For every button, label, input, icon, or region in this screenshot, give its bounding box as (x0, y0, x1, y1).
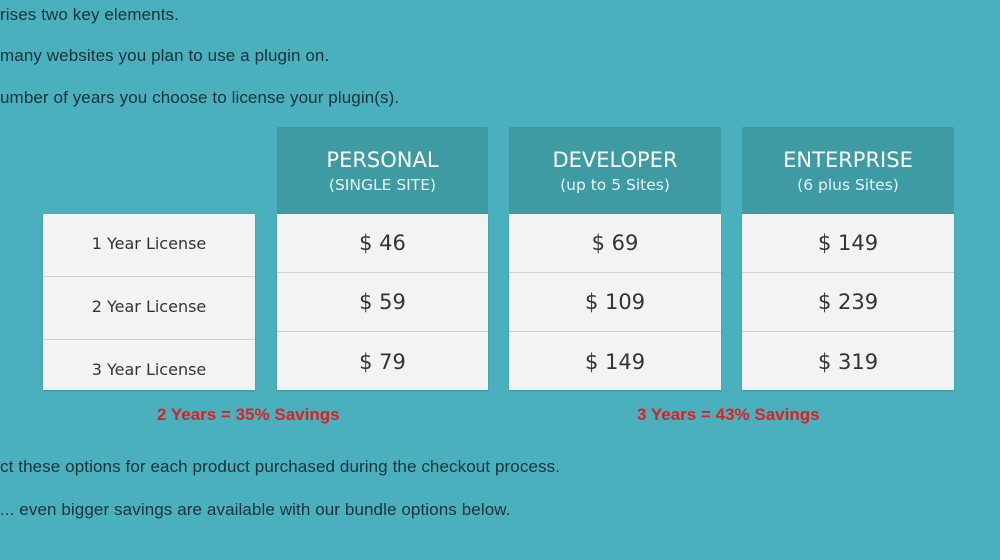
plan-prices-developer: $ 69 $ 109 $ 149 (509, 214, 721, 390)
savings-2-years: 2 Years = 35% Savings (157, 405, 340, 424)
plan-subtitle: (SINGLE SITE) (328, 176, 437, 194)
intro-line: many websites you plan to use a plugin o… (0, 46, 330, 65)
plan-header-personal: PERSONAL (SINGLE SITE) (277, 127, 488, 214)
price-cell: $ 149 (584, 349, 646, 374)
row-label-1-year: 1 Year License (43, 214, 255, 277)
row-label-3-year: 3 Year License (91, 360, 207, 379)
price-cell: $ 59 (277, 273, 488, 332)
row-labels-column: 1 Year License 2 Year License 3 Year Lic… (43, 214, 255, 390)
price-cell: $ 149 (742, 214, 954, 273)
intro-line: rises two key elements. (0, 5, 179, 24)
price-cell: $ 109 (509, 273, 721, 332)
row-label-2-year: 2 Year License (43, 277, 255, 340)
plan-name: ENTERPRISE (783, 148, 913, 172)
intro-line: umber of years you choose to license you… (0, 88, 400, 107)
plan-prices-personal: $ 46 $ 59 $ 79 (277, 214, 488, 390)
price-cell: $ 239 (742, 273, 954, 332)
plan-subtitle: (up to 5 Sites) (560, 176, 670, 194)
plan-header-enterprise: ENTERPRISE (6 plus Sites) (742, 127, 954, 214)
footer-line: ct these options for each product purcha… (0, 457, 561, 476)
plan-name: PERSONAL (326, 148, 439, 172)
plan-name: DEVELOPER (552, 148, 678, 172)
savings-3-years: 3 Years = 43% Savings (637, 405, 820, 424)
plan-subtitle: (6 plus Sites) (797, 176, 899, 194)
footer-line: ... even bigger savings are available wi… (0, 500, 511, 519)
price-cell: $ 46 (277, 214, 488, 273)
price-cell: $ 319 (817, 349, 879, 374)
plan-prices-enterprise: $ 149 $ 239 $ 319 (742, 214, 954, 390)
plan-header-developer: DEVELOPER (up to 5 Sites) (509, 127, 721, 214)
price-cell: $ 79 (359, 349, 406, 374)
price-cell: $ 69 (509, 214, 721, 273)
